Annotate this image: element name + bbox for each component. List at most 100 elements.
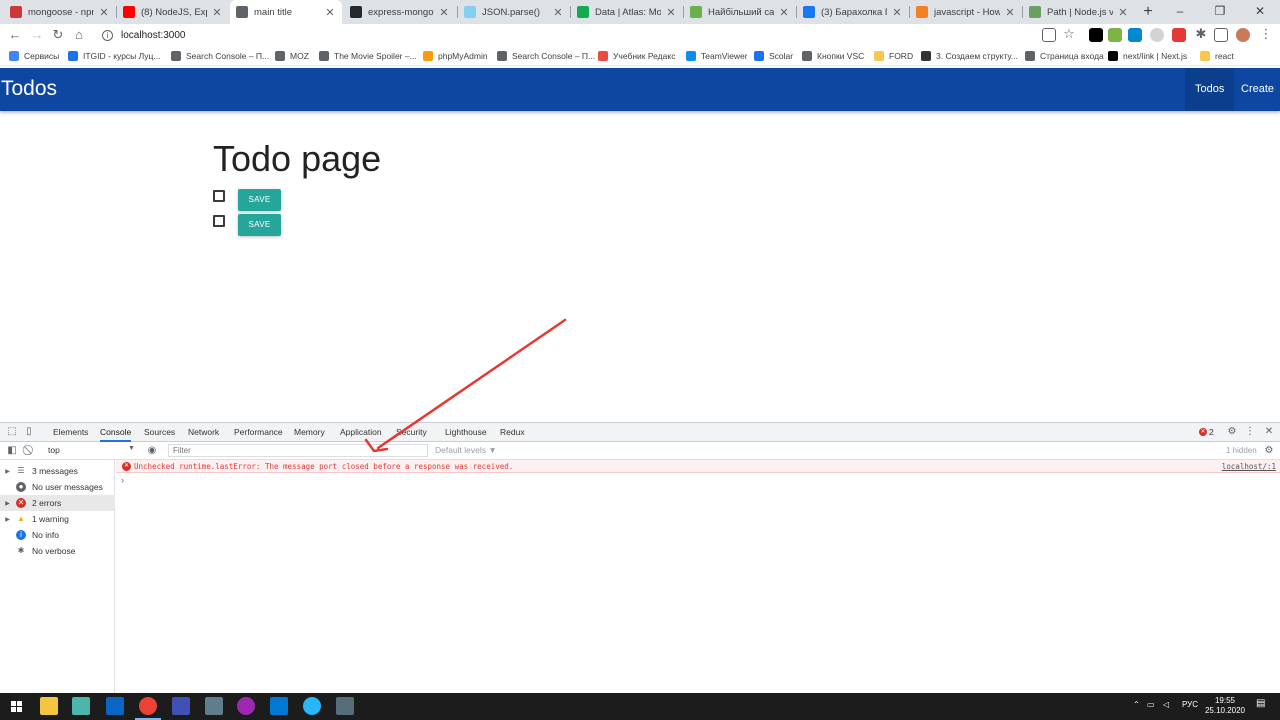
expand-arrow-icon[interactable]: ▶ <box>0 468 12 475</box>
browser-tab[interactable]: main title ✕ <box>230 0 342 24</box>
devtools-tab-security[interactable]: Security <box>396 423 427 442</box>
bookmark-item[interactable]: MOZ <box>275 49 309 63</box>
close-window-button[interactable]: ✕ <box>1240 0 1280 24</box>
extension-red-icon[interactable] <box>1172 28 1186 42</box>
close-tab-icon[interactable]: ✕ <box>98 6 110 19</box>
close-tab-icon[interactable]: ✕ <box>324 6 336 19</box>
forward-icon[interactable]: → <box>29 27 45 43</box>
new-tab-button[interactable]: + <box>1139 3 1157 21</box>
language-indicator[interactable]: РУС <box>1182 700 1198 709</box>
devtools-tab-sources[interactable]: Sources <box>144 423 175 442</box>
close-tab-icon[interactable]: ✕ <box>211 6 223 19</box>
save-button[interactable]: SAVE <box>238 214 281 236</box>
browser-tab[interactable]: javascript - How do ✕ <box>910 0 1022 24</box>
address-bar[interactable]: i localhost:3000 <box>92 25 1052 45</box>
close-tab-icon[interactable]: ✕ <box>891 6 903 19</box>
browser-tab[interactable]: JSON.parse() ✕ <box>458 0 570 24</box>
extension-blue-icon[interactable] <box>1128 28 1142 42</box>
extensions-puzzle-icon[interactable]: ✱ <box>1193 26 1209 42</box>
devtools-tab-network[interactable]: Network <box>188 423 219 442</box>
context-selector[interactable]: top <box>48 445 60 455</box>
bookmark-item[interactable]: Scolar <box>754 49 793 63</box>
close-tab-icon[interactable]: ✕ <box>1004 6 1016 19</box>
bookmark-item[interactable]: The Movie Spoiler –... <box>319 49 417 63</box>
log-levels-dropdown[interactable]: Default levels ▼ <box>435 445 497 455</box>
bookmark-item[interactable]: ITGID - курсы Луц... <box>68 49 161 63</box>
save-disk-icon[interactable] <box>172 697 190 715</box>
app-grey-icon[interactable] <box>336 697 354 715</box>
devtools-tab-performance[interactable]: Performance <box>234 423 283 442</box>
telegram-icon[interactable] <box>303 697 321 715</box>
reload-icon[interactable]: ↻ <box>50 27 66 43</box>
bookmark-item[interactable]: Search Console – П... <box>497 49 595 63</box>
devtools-tab-redux[interactable]: Redux <box>500 423 525 442</box>
console-settings-icon[interactable]: ⚙ <box>1264 446 1274 456</box>
bookmark-item[interactable]: Search Console – П... <box>171 49 269 63</box>
bookmark-item[interactable]: Кнопки VSC <box>802 49 864 63</box>
minimize-button[interactable]: – <box>1160 0 1200 24</box>
browser-menu-icon[interactable]: ⋮ <box>1258 26 1274 42</box>
devtools-tab-console[interactable]: Console <box>100 423 132 442</box>
devtools-tab-application[interactable]: Application <box>340 423 382 442</box>
extension-grey-icon[interactable] <box>1150 28 1164 42</box>
browser-tab[interactable]: (8) NodeJS, Express ✕ <box>117 0 229 24</box>
close-tab-icon[interactable]: ✕ <box>552 6 564 19</box>
browser-tab[interactable]: Data | Atlas: Mongo ✕ <box>571 0 683 24</box>
home-icon[interactable]: ⌂ <box>71 27 87 43</box>
close-tab-icon[interactable]: ✕ <box>438 6 450 19</box>
file-explorer-icon[interactable] <box>40 697 58 715</box>
app-blue-icon[interactable] <box>106 697 124 715</box>
console-sidebar-item[interactable]: ▶ ▲ 1 warning <box>0 511 115 527</box>
devtools-tab-memory[interactable]: Memory <box>294 423 325 442</box>
bookmark-item[interactable]: Учебник Редакс <box>598 49 675 63</box>
profile-avatar[interactable] <box>1236 28 1250 42</box>
site-info-icon[interactable]: i <box>102 29 113 41</box>
media-icon[interactable] <box>1214 28 1228 42</box>
bookmark-item[interactable]: Страница входа <box>1025 49 1104 63</box>
browser-tab[interactable]: mongoose - npm ✕ <box>4 0 116 24</box>
devtools-close-icon[interactable]: ✕ <box>1264 427 1274 437</box>
chrome-icon[interactable] <box>139 697 157 715</box>
network-icon[interactable]: ▭ <box>1147 700 1155 709</box>
console-sidebar-item[interactable]: ● No user messages <box>0 479 115 495</box>
close-tab-icon[interactable]: ✕ <box>778 6 790 19</box>
console-sidebar-item[interactable]: i No info <box>0 527 115 543</box>
browser-tab[interactable]: express-mongo-todo ✕ <box>344 0 456 24</box>
maximize-button[interactable]: ❐ <box>1200 0 1240 24</box>
devtools-tab-elements[interactable]: Elements <box>53 423 88 442</box>
notepad-icon[interactable] <box>72 697 90 715</box>
devtools-tab-lighthouse[interactable]: Lighthouse <box>445 423 487 442</box>
console-error-message[interactable]: ✕ Unchecked runtime.lastError: The messa… <box>116 460 1280 473</box>
sidebar-toggle-icon[interactable]: ◧ <box>7 446 17 456</box>
back-icon[interactable]: ← <box>7 27 23 43</box>
windows-start-icon[interactable] <box>11 701 23 713</box>
expand-arrow-icon[interactable]: ▶ <box>0 500 12 507</box>
expand-arrow-icon[interactable]: ▶ <box>0 516 12 523</box>
bookmark-item[interactable]: FORD <box>874 49 913 63</box>
message-source-link[interactable]: localhost/:1 <box>1222 462 1276 471</box>
devtools-settings-icon[interactable]: ⚙ <box>1227 427 1237 437</box>
bookmark-item[interactable]: Сервисы <box>9 49 59 63</box>
browser-tab[interactable]: (3) Барахолка Глоб ✕ <box>797 0 909 24</box>
star-icon[interactable]: ☆ <box>1061 26 1077 42</box>
browser-tab[interactable]: Найбільший сайт о ✕ <box>684 0 796 24</box>
close-tab-icon[interactable]: ✕ <box>1117 6 1129 19</box>
todo-checkbox[interactable] <box>213 215 225 227</box>
tray-chevron-icon[interactable]: ⌃ <box>1133 700 1140 709</box>
bookmark-item[interactable]: next/link | Next.js <box>1108 49 1187 63</box>
todo-checkbox[interactable] <box>213 190 225 202</box>
bookmark-item[interactable]: phpMyAdmin <box>423 49 488 63</box>
translate-icon[interactable] <box>1042 28 1056 42</box>
nav-link-todos[interactable]: Todos <box>1185 68 1235 111</box>
viber-icon[interactable] <box>237 697 255 715</box>
console-sidebar-item[interactable]: ✱ No verbose <box>0 543 115 559</box>
bookmark-item[interactable]: 3. Создаем структу... <box>921 49 1018 63</box>
console-sidebar-item[interactable]: ▶ ☰ 3 messages <box>0 463 115 479</box>
notifications-icon[interactable]: ▤ <box>1256 698 1265 709</box>
close-tab-icon[interactable]: ✕ <box>665 6 677 19</box>
clear-console-icon[interactable]: ⃠ <box>25 446 35 456</box>
vscode-icon[interactable] <box>270 697 288 715</box>
nav-link-create[interactable]: Create <box>1231 68 1280 111</box>
error-count-badge[interactable]: ✕ 2 <box>1199 427 1214 437</box>
browser-tab[interactable]: Path | Node.js v15.0 ✕ <box>1023 0 1135 24</box>
